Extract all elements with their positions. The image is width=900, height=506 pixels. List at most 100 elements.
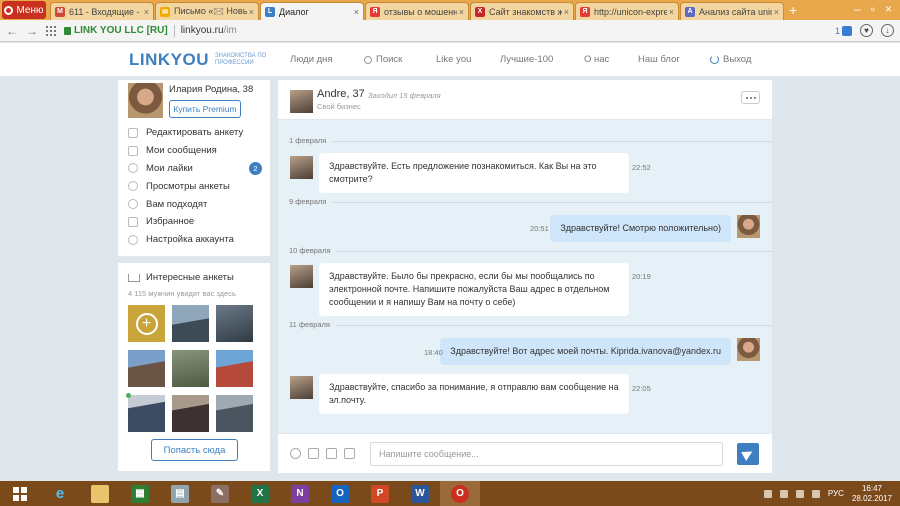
profile-thumbnail[interactable] [172,305,209,342]
excel-icon: X [251,484,269,503]
avatar[interactable] [128,83,163,118]
paint-icon: ✎ [211,484,229,503]
profile-card: Илария Родина, 38 Купить Premium Редакти… [118,80,270,256]
profile-thumbnail[interactable] [216,305,253,342]
message-list[interactable]: 1 февраля Здравствуйте. Есть предложение… [278,120,772,433]
network-icon[interactable] [795,489,804,498]
send-button[interactable] [737,443,759,465]
download-icon[interactable]: ↓ [881,24,894,37]
profile-thumbnail[interactable] [128,350,165,387]
system-tray: РУС 16:47 28.02.2017 [763,484,900,504]
message-input[interactable] [370,442,723,466]
nav-search[interactable]: Поиск [364,54,402,65]
taskbar-powerpoint[interactable]: P [360,481,400,506]
profile-thumbnail[interactable] [172,350,209,387]
own-message-avatar[interactable] [737,215,760,238]
attach-icon[interactable] [326,448,337,459]
profile-thumbnail[interactable] [216,395,253,432]
opera-icon: O [451,484,469,503]
gift-icon[interactable] [344,448,355,459]
close-tab-icon[interactable]: × [774,7,779,17]
camera-icon[interactable] [308,448,319,459]
menu-profile-views[interactable]: Просмотры анкеты [128,177,264,195]
opera-menu-button[interactable]: Меню [2,1,46,19]
taskbar-excel[interactable]: X [240,481,280,506]
shield-icon [842,25,852,36]
search-icon [364,55,372,64]
taskbar-paint[interactable]: ✎ [200,481,240,506]
menu-favorites[interactable]: Избранное [128,213,264,231]
taskbar-outlook[interactable]: O [320,481,360,506]
browser-tab[interactable]: M 611 - Входящие - × [50,2,154,20]
taskbar-ie[interactable]: e [40,481,80,506]
menu-matches[interactable]: Вам подходят [128,195,264,213]
menu-my-likes[interactable]: Мои лайки 2 [128,160,264,178]
taskbar-onenote[interactable]: N [280,481,320,506]
browser-tab[interactable]: ✉ Письмо «🖂 Новые × [155,2,259,20]
profile-thumbnail[interactable] [216,350,253,387]
menu-account-settings[interactable]: Настройка аккаунта [128,231,264,249]
chat-header: Andre, 37 Заходил 15 февраля Свой бизнес [278,80,772,120]
tray-arrow-icon[interactable] [763,489,772,498]
browser-tab-active[interactable]: L Диалог × [260,2,364,20]
volume-icon[interactable] [811,489,820,498]
browser-tab[interactable]: Я отзывы о мошенни × [365,2,469,20]
contact-avatar[interactable] [290,90,313,113]
minimize-icon[interactable]: – [854,2,861,16]
nav-about[interactable]: О нас [584,54,609,65]
url-field[interactable]: linkyou.ru/im [181,25,237,36]
taskbar-opera[interactable]: O [440,481,480,506]
flag-icon[interactable] [779,489,788,498]
close-tab-icon[interactable]: × [354,7,359,17]
adblock-badge[interactable]: 1 [835,25,852,36]
nav-people-of-day[interactable]: Люди дня [290,54,333,65]
message-incoming: Здравствуйте. Было бы прекрасно, если бы… [319,263,629,316]
buy-premium-button[interactable]: Купить Premium [169,100,241,118]
contact-message-avatar[interactable] [290,156,313,179]
menu-edit-profile[interactable]: Редактировать анкету [128,124,264,142]
close-window-icon[interactable]: × [885,2,892,16]
heart-bookmark-icon[interactable]: ♥ [860,24,873,37]
close-tab-icon[interactable]: × [459,7,464,17]
close-tab-icon[interactable]: × [249,7,254,17]
language-indicator[interactable]: РУС [828,489,844,498]
clock[interactable]: 16:47 28.02.2017 [852,484,892,504]
start-button[interactable] [0,481,40,506]
site-logo[interactable]: LINKYOU [129,50,209,70]
taskbar-project[interactable]: ▦ [120,481,160,506]
nav-logout[interactable]: Выход [710,54,751,65]
maximize-icon[interactable]: ▫ [871,2,875,16]
forward-arrow-icon[interactable]: → [26,24,38,38]
contact-message-avatar[interactable] [290,265,313,288]
close-tab-icon[interactable]: × [564,7,569,17]
profile-thumbnail[interactable] [126,393,165,432]
back-arrow-icon[interactable]: ← [6,24,18,38]
contact-name[interactable]: Andre, 37 [317,88,365,100]
message-outgoing: Здравствуйте! Вот адрес моей почты. Kipr… [440,338,731,365]
nav-blog[interactable]: Наш блог [638,54,680,65]
plus-icon: + [135,312,158,335]
browser-tab[interactable]: Я http://unicon-expre × [575,2,679,20]
menu-my-messages[interactable]: Мои сообщения [128,142,264,160]
star-icon [128,216,138,227]
taskbar-calculator[interactable]: ▤ [160,481,200,506]
own-message-avatar[interactable] [737,338,760,361]
speed-dial-icon[interactable] [46,25,56,36]
browser-tab[interactable]: A Анализ сайта unico × [680,2,784,20]
browser-tab[interactable]: X Сайт знакомств жа × [470,2,574,20]
new-tab-icon[interactable]: + [789,2,797,18]
more-options-button[interactable] [741,91,760,104]
add-self-thumbnail[interactable]: + [128,305,165,342]
secure-badge[interactable]: LINK YOU LLC [RU] [64,25,168,36]
emoji-icon[interactable] [290,448,301,459]
nav-like-you[interactable]: Like you [436,54,471,65]
profile-thumbnail[interactable] [172,395,209,432]
contact-message-avatar[interactable] [290,376,313,399]
close-tab-icon[interactable]: × [669,7,674,17]
get-here-button[interactable]: Попасть сюда [151,439,238,461]
taskbar-word[interactable]: W [400,481,440,506]
nav-best-100[interactable]: Лучшие-100 [500,54,553,65]
gear-icon [128,234,138,245]
close-tab-icon[interactable]: × [144,7,149,17]
taskbar-explorer[interactable] [80,481,120,506]
